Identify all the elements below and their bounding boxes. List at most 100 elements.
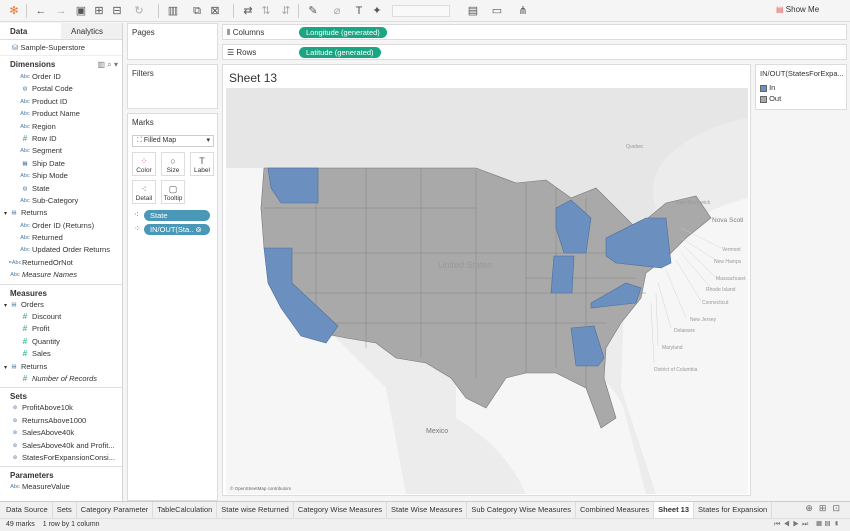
field-item[interactable]: # Row ID xyxy=(0,133,122,145)
longitude-pill[interactable]: Longitude (generated) xyxy=(299,27,387,38)
state-pill[interactable]: State xyxy=(144,210,210,221)
latitude-pill[interactable]: Latitude (generated) xyxy=(299,47,381,58)
sheet-tab[interactable]: Category Wise Measures xyxy=(294,502,388,518)
field-item[interactable]: Abc Product ID xyxy=(0,96,122,108)
field-label: Product ID xyxy=(32,96,68,106)
sets-header: Sets xyxy=(0,387,122,402)
new-datasource-icon[interactable]: ⊞ xyxy=(92,4,106,18)
pages-card[interactable]: Pages xyxy=(127,23,218,60)
set-item[interactable]: ⊚ ProfitAbove10k xyxy=(0,402,122,414)
mark-type-dropdown[interactable]: ⛶ Filled Map ▾ xyxy=(132,135,214,147)
size-icon: ○ xyxy=(170,156,176,166)
field-item[interactable]: ▾ ▤ Orders xyxy=(0,299,122,311)
filters-card[interactable]: Filters xyxy=(127,64,218,109)
field-item[interactable]: ▦ Ship Date xyxy=(0,158,122,170)
sheet-tab[interactable]: Category Parameter xyxy=(77,502,154,518)
tab-analytics[interactable]: Analytics xyxy=(61,23,122,39)
filled-map[interactable]: United States Mexico Quebec New Brunswic… xyxy=(226,88,748,494)
show-me-button[interactable]: ▤ Show Me xyxy=(776,5,819,14)
field-item[interactable]: # Discount xyxy=(0,311,122,323)
field-item[interactable]: ▾ ▤ Returns xyxy=(0,361,122,373)
tab-data[interactable]: Data xyxy=(0,23,61,39)
field-item[interactable]: Abc Sub-Category xyxy=(0,195,122,207)
datasource-item[interactable]: ⛁ Sample-Superstore xyxy=(0,40,122,56)
field-item[interactable]: Abc Product Name xyxy=(0,108,122,120)
sort-descending-icon[interactable]: ⇵ xyxy=(279,4,293,18)
sheet-tab[interactable]: TableCalculation xyxy=(153,502,218,518)
field-item[interactable]: # Sales xyxy=(0,348,122,360)
sheet-tab[interactable]: State Wise Measures xyxy=(387,502,468,518)
legend-item-out[interactable]: Out xyxy=(756,93,846,104)
detail-button[interactable]: ⁖ Detail xyxy=(132,180,156,204)
clear-sheet-icon[interactable]: ⊠ xyxy=(208,4,222,18)
sheet-tab[interactable]: States for Expansion xyxy=(694,502,773,518)
field-label: Quantity xyxy=(32,337,60,346)
field-item[interactable]: Abc Updated Order Returns xyxy=(0,244,122,256)
share-icon[interactable]: ⋔ xyxy=(516,4,530,18)
label-icon[interactable]: T xyxy=(352,4,366,18)
swap-icon[interactable]: ⇄ xyxy=(241,4,255,18)
new-dashboard-icon[interactable]: ⊞ xyxy=(819,503,833,513)
new-worksheet-icon[interactable]: ⊕ xyxy=(805,503,819,513)
field-item[interactable]: Abc Ship Mode xyxy=(0,170,122,182)
group-icon[interactable]: ⌀ xyxy=(330,4,344,18)
rows-shelf[interactable]: ☰ Rows Latitude (generated) xyxy=(222,44,847,60)
refresh-icon[interactable]: ↻ xyxy=(132,4,146,18)
pin-icon[interactable]: ✦ xyxy=(370,4,384,18)
dimensions-header: Dimensions ▥ ⌕ ▾ xyxy=(0,56,122,71)
field-item[interactable]: =AbcReturnedOrNot xyxy=(0,257,122,269)
columns-shelf[interactable]: ⦀ Columns Longitude (generated) xyxy=(222,24,847,40)
forward-icon[interactable]: → xyxy=(54,4,68,18)
field-item[interactable]: # Profit xyxy=(0,323,122,335)
sort-ascending-icon[interactable]: ⇅ xyxy=(259,4,273,18)
measure-icon: # xyxy=(22,312,28,322)
sheet-tab[interactable]: Sets xyxy=(53,502,77,518)
set-item-label: SalesAbove40k xyxy=(22,428,75,438)
fit-dropdown[interactable] xyxy=(392,5,450,17)
presentation-icon[interactable]: ▭ xyxy=(490,4,504,18)
new-story-icon[interactable]: ⊡ xyxy=(832,503,846,513)
field-item[interactable]: Abc Segment xyxy=(0,145,122,157)
new-worksheet-icon[interactable]: ▥ xyxy=(166,4,180,18)
set-item[interactable]: ⊚ SalesAbove40k and Profit... xyxy=(0,440,122,452)
sheet-tab[interactable]: Data Source xyxy=(0,502,53,518)
field-item[interactable]: Abc Region xyxy=(0,121,122,133)
set-item[interactable]: ⊚ ReturnsAbove1000 xyxy=(0,415,122,427)
size-label: Size xyxy=(166,167,180,174)
field-item[interactable]: Abc Measure Names xyxy=(0,269,122,281)
duplicate-icon[interactable]: ⧉ xyxy=(190,4,204,18)
legend-item-in[interactable]: In xyxy=(756,82,846,93)
sheet-tab[interactable]: Sub Category Wise Measures xyxy=(467,502,576,518)
field-item[interactable]: ▾ ▤ Returns xyxy=(0,207,122,219)
size-button[interactable]: ○ Size xyxy=(161,152,185,176)
highlight-icon[interactable]: ✎ xyxy=(306,4,320,18)
label-button[interactable]: T Label xyxy=(190,152,214,176)
tooltip-button[interactable]: ▢ Tooltip xyxy=(161,180,185,204)
sheet-tab[interactable]: Sheet 13 xyxy=(654,502,695,518)
field-item[interactable]: # Quantity xyxy=(0,336,122,348)
field-item[interactable]: # Number of Records xyxy=(0,373,122,385)
color-button[interactable]: ⁘ Color xyxy=(132,152,156,176)
show-cards-icon[interactable]: ▤ xyxy=(466,4,480,18)
map-attribution: © OpenStreetMap contributors xyxy=(230,485,292,491)
set-item[interactable]: ⊚ SalesAbove40k xyxy=(0,427,122,439)
save-icon[interactable]: ▣ xyxy=(74,4,88,18)
field-item[interactable]: ◍ Postal Code xyxy=(0,83,122,95)
field-item[interactable]: ◍ State xyxy=(0,183,122,195)
field-item[interactable]: Abc Order ID (Returns) xyxy=(0,220,122,232)
field-item[interactable]: Abc Returned xyxy=(0,232,122,244)
state-indiana[interactable] xyxy=(550,255,575,294)
parameter-item[interactable]: Abc MeasureValue xyxy=(0,481,122,493)
new-sheet-buttons[interactable]: ⊕⊞⊡ xyxy=(805,503,846,514)
field-label: Discount xyxy=(32,312,62,322)
field-item[interactable]: Abc Order ID xyxy=(0,71,122,83)
in-out-pill[interactable]: IN/OUT(Sta.. ⊚ xyxy=(144,224,210,235)
set-item[interactable]: ⊚ StatesForExpansionConsi... xyxy=(0,452,122,464)
sheet-tab[interactable]: State wise Returned xyxy=(217,502,294,518)
sheet-tab[interactable]: Combined Measures xyxy=(576,502,655,518)
back-icon[interactable]: ← xyxy=(34,4,48,18)
callout-district-of-columbia: District of Columbia xyxy=(654,367,698,373)
sheet-navigation[interactable]: ⏮◀▶⏭ ▦▤▮ xyxy=(774,519,842,531)
pause-updates-icon[interactable]: ⊟ xyxy=(110,4,124,18)
tableau-logo-icon[interactable]: ✻ xyxy=(7,4,21,18)
